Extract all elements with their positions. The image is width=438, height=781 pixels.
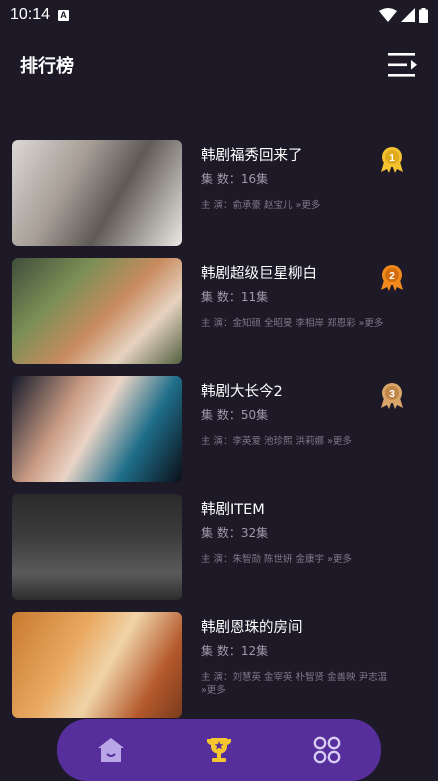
bronze-medal-icon: 3: [381, 383, 403, 409]
episode-count: 集 数：32集: [201, 526, 269, 540]
poster-image: [12, 612, 182, 718]
ranking-item[interactable]: 韩剧恩珠的房间 集 数：12集 主 演：刘慧英 金宰英 朴智贤 金善映 尹志温 …: [12, 612, 426, 718]
cast-list: 主 演：金知硕 全昭旻 李相岸 郑恩彩 »更多: [201, 318, 384, 329]
header: 排行榜: [0, 40, 438, 90]
apps-grid-icon: [313, 736, 341, 764]
home-icon: [98, 738, 124, 762]
battery-icon: [419, 7, 428, 23]
episode-count: 集 数：12集: [201, 644, 269, 658]
menu-list-icon: [388, 53, 417, 77]
trophy-icon: [207, 738, 231, 762]
menu-button[interactable]: [388, 50, 418, 80]
ranking-item[interactable]: 韩剧ITEM 集 数：32集 主 演：朱智勋 陈世妍 金康宇 »更多: [12, 494, 426, 600]
cast-list: 主 演：俞承豪 赵宝儿 »更多: [201, 200, 321, 211]
svg-text:3: 3: [389, 389, 395, 400]
tab-home[interactable]: [91, 730, 131, 770]
poster-image: [12, 140, 182, 246]
cast-list: 主 演：朱智勋 陈世妍 金康宇 »更多: [201, 554, 352, 565]
ranking-item[interactable]: 韩剧大长今2 集 数：50集 主 演：李英爱 池珍熙 洪莉娜 »更多 3: [12, 376, 426, 482]
notification-icon: A: [58, 9, 70, 21]
poster-image: [12, 376, 182, 482]
svg-text:2: 2: [389, 271, 395, 282]
svg-text:1: 1: [389, 153, 395, 164]
cast-list: 主 演：李英爱 池珍熙 洪莉娜 »更多: [201, 436, 352, 447]
page-title: 排行榜: [20, 56, 74, 77]
drama-title: 韩剧恩珠的房间: [201, 620, 303, 636]
signal-icon: [401, 8, 415, 22]
poster-image: [12, 258, 182, 364]
wifi-icon: [379, 8, 397, 22]
bottom-tab-bar: [57, 719, 381, 781]
tab-apps[interactable]: [307, 730, 347, 770]
gold-medal-icon: 1: [381, 147, 403, 173]
status-time: 10:14: [10, 6, 51, 23]
cast-list: 主 演：刘慧英 金宰英 朴智贤 金善映 尹志温 »更多: [201, 672, 388, 696]
tab-ranking[interactable]: [199, 730, 239, 770]
poster-image: [12, 494, 182, 600]
ranking-item[interactable]: 韩剧超级巨星柳白 集 数：11集 主 演：金知硕 全昭旻 李相岸 郑恩彩 »更多…: [12, 258, 426, 364]
silver-medal-icon: 2: [381, 265, 403, 291]
ranking-item[interactable]: 韩剧福秀回来了 集 数：16集 主 演：俞承豪 赵宝儿 »更多 1: [12, 140, 426, 246]
drama-title: 韩剧ITEM: [201, 502, 265, 518]
status-bar: 10:14 A: [0, 0, 438, 30]
